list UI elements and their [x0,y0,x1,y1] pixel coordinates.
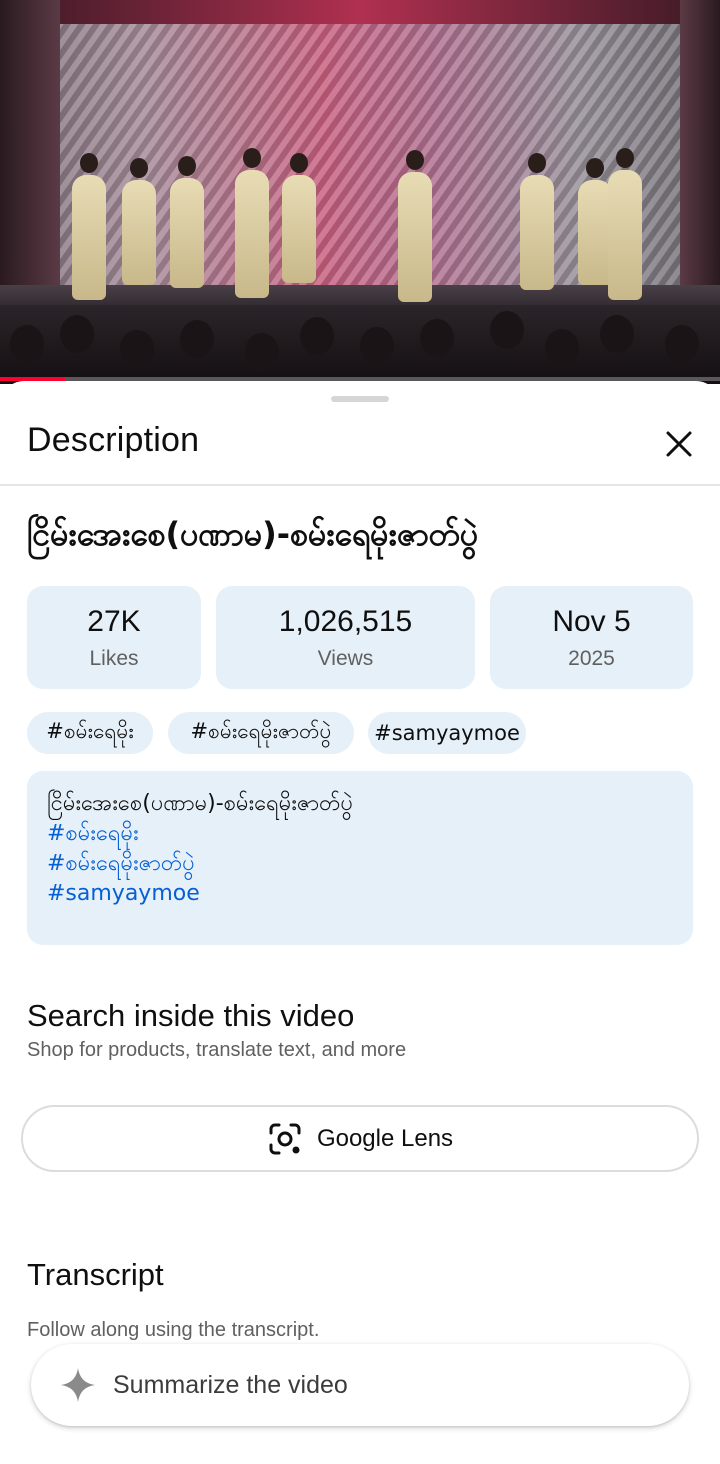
transcript-section-subtitle: Follow along using the transcript. [27,1319,320,1341]
hashtag-link[interactable]: #samyaymoe [47,879,693,909]
likes-count: 27K [87,604,141,638]
search-section-subtitle: Shop for products, translate text, and m… [27,1039,407,1061]
dancer [608,148,642,300]
views-label: Views [317,646,374,670]
dancer [520,153,554,290]
summarize-label: Summarize the video [113,1370,348,1399]
hashtag-chip[interactable]: #samyaymoe [368,712,526,754]
description-panel: Description ငြိမ်းအေးစေ(ပဏာမ)-စမ်းရေမိုး… [0,381,720,1464]
video-player[interactable] [0,0,720,384]
transcript-section-title: Transcript [27,1257,164,1292]
dancer [578,158,612,285]
drag-handle[interactable] [331,396,389,402]
divider [0,484,720,486]
hashtag-link[interactable]: #စမ်းရေမိုးဇာတ်ပွဲ [47,849,693,879]
date-stat: Nov 5 2025 [490,586,693,689]
panel-title: Description [27,421,200,459]
google-lens-icon [269,1123,301,1154]
google-lens-label: Google Lens [316,1124,454,1152]
stage-curtain-right [680,0,720,300]
dancer [122,158,156,285]
sparkle-icon [61,1368,95,1402]
upload-year: 2025 [568,646,615,670]
stage-lights [0,0,720,24]
dancer [282,153,316,283]
close-icon [666,431,692,457]
audience [0,305,720,384]
upload-date: Nov 5 [552,604,631,638]
video-title: ငြိမ်းအေးစေ(ပဏာမ)-စမ်းရေမိုးဇာတ်ပွဲ [27,515,479,553]
summarize-video-button[interactable]: Summarize the video [31,1344,689,1426]
views-stat: 1,026,515 Views [216,586,475,689]
dancer [235,148,269,298]
hashtag-chip[interactable]: #စမ်းရေမိုးဇာတ်ပွဲ [168,712,354,754]
views-count: 1,026,515 [278,604,413,638]
likes-stat: 27K Likes [27,586,201,689]
close-button[interactable] [656,421,702,467]
hashtag-link[interactable]: #စမ်းရေမိုး [47,819,693,849]
stage-curtain-left [0,0,60,300]
dancer [72,153,106,300]
dancer [170,156,204,288]
hashtag-chip[interactable]: #စမ်းရေမိုး [27,712,153,754]
dancer [398,150,432,302]
search-section-title: Search inside this video [27,998,355,1033]
likes-label: Likes [89,646,139,670]
google-lens-button[interactable]: Google Lens [21,1105,699,1172]
description-text: ငြိမ်းအေးစေ(ပဏာမ)-စမ်းရေမိုးဇာတ်ပွဲ [47,791,354,816]
description-text-box: ငြိမ်းအေးစေ(ပဏာမ)-စမ်းရေမိုးဇာတ်ပွဲ #စမ်… [27,771,693,945]
